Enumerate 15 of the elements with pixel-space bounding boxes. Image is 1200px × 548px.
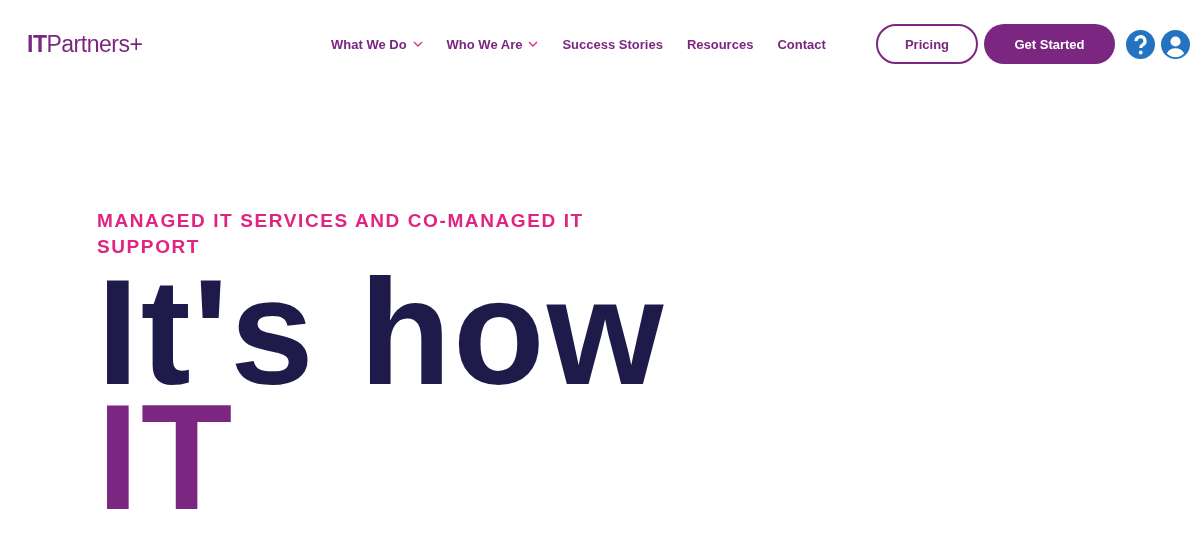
nav-link[interactable]: What We Do (331, 36, 423, 52)
logo[interactable]: ITPartners+ (27, 30, 327, 58)
nav-link[interactable]: Contact (777, 36, 826, 52)
help-icon[interactable] (1126, 29, 1155, 59)
get-started-button[interactable]: Get Started (984, 24, 1115, 64)
headline-line: It's how (97, 270, 666, 395)
chevron-down-icon (412, 41, 423, 47)
nav-link[interactable]: Success Stories (562, 36, 663, 52)
user-icon[interactable] (1161, 29, 1190, 59)
pricing-button[interactable]: Pricing (876, 24, 978, 64)
nav-link[interactable]: Resources (686, 36, 754, 52)
headline-line: IT (97, 395, 235, 520)
eyebrow-text: MANAGED IT SERVICES AND CO-MANAGED IT SUPPORT (97, 209, 585, 259)
chevron-down-icon (528, 41, 539, 47)
nav-link[interactable]: Who We Are (446, 36, 539, 52)
